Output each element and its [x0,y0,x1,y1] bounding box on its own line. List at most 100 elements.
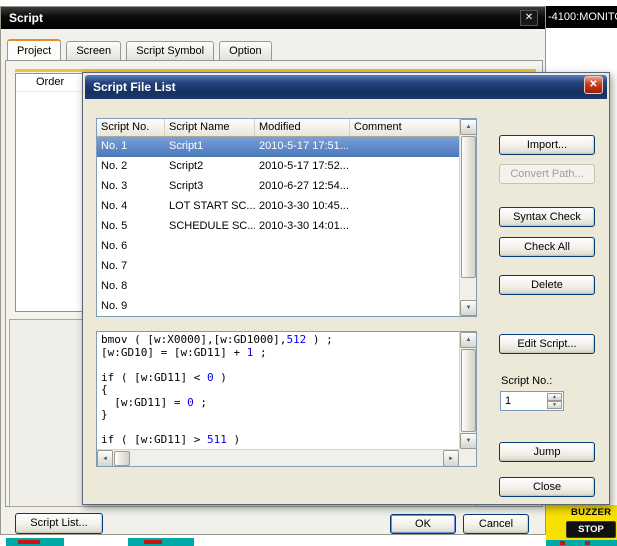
script-window-titlebar[interactable]: Script [1,7,545,29]
table-cell: No. 1 [97,137,165,157]
table-row[interactable]: No. 8 [97,277,461,297]
script-no-label: Script No.: [501,375,552,387]
code-h-scrollbar[interactable]: ◄ ► [97,449,459,466]
scrollbar-up-button[interactable]: ▲ [460,119,477,135]
dialog-close-button[interactable]: ✕ [584,76,603,94]
scrollbar-right-button[interactable]: ► [443,450,459,467]
table-cell: 2010-3-30 14:01... [255,217,350,237]
table-row[interactable]: No. 2Script22010-5-17 17:52... [97,157,461,177]
delete-button[interactable]: Delete [499,275,595,295]
table-row[interactable]: No. 5SCHEDULE SC...2010-3-30 14:01... [97,217,461,237]
arrow-left-icon: ◄ [102,456,108,462]
window-close-button[interactable]: ✕ [520,10,538,26]
code-line: bmov ( [w:X0000],[w:GD1000],512 ) ; [101,334,455,347]
convert-path-button[interactable]: Convert Path... [499,164,595,184]
arrow-up-icon: ▲ [466,124,472,130]
table-row[interactable]: No. 9 [97,297,461,317]
table-row[interactable]: No. 1Script12010-5-17 17:51... [97,137,461,157]
table-cell: SCHEDULE SC... [165,217,255,237]
table-cell [255,257,350,277]
table-scrollbar[interactable]: ▲ ▼ [459,119,476,316]
code-line [101,359,455,372]
table-cell [350,137,461,157]
cancel-button[interactable]: Cancel [463,514,529,534]
table-cell [350,217,461,237]
scrollbar-thumb[interactable] [461,136,476,278]
jump-button[interactable]: Jump [499,442,595,462]
behind-window-title-text: -4100:MONITO [548,11,617,23]
table-row[interactable]: No. 3Script32010-6-27 12:54... [97,177,461,197]
edit-script-button[interactable]: Edit Script... [499,334,595,354]
table-cell [350,197,461,217]
table-cell: No. 2 [97,157,165,177]
tab-strip: Project Screen Script Symbol Option [7,39,274,61]
script-list-button[interactable]: Script List... [15,513,103,534]
table-cell: 2010-6-27 12:54... [255,177,350,197]
script-code-preview[interactable]: bmov ( [w:X0000],[w:GD1000],512 ) ;[w:GD… [96,331,477,467]
syntax-check-button[interactable]: Syntax Check [499,207,595,227]
close-icon: ✕ [589,79,597,90]
spinner-up-button[interactable]: ▲ [547,393,562,401]
script-no-spinner: ▲ ▼ [547,393,562,409]
table-cell [255,297,350,317]
tab-project[interactable]: Project [7,39,61,61]
scrollbar-up-button[interactable]: ▲ [460,332,477,348]
code-line: if ( [w:GD11] < 0 ) [101,372,455,385]
buzzer-label: BUZZER [571,507,611,518]
screen: -4100:MONITO BUZZER STOP Script ✕ Projec… [0,0,617,546]
table-cell [350,237,461,257]
column-header-2[interactable]: Modified [255,119,350,137]
table-body: No. 1Script12010-5-17 17:51...No. 2Scrip… [97,137,461,317]
code-line: } [101,409,455,422]
arrow-down-icon: ▼ [466,438,472,444]
code-line: { [101,384,455,397]
column-header-1[interactable]: Script Name [165,119,255,137]
table-cell: No. 6 [97,237,165,257]
scrollbar-down-button[interactable]: ▼ [460,300,477,316]
close-button[interactable]: Close [499,477,595,497]
check-all-button[interactable]: Check All [499,237,595,257]
script-window-title: Script [9,11,43,25]
table-cell [350,277,461,297]
code-v-scrollbar[interactable]: ▲ ▼ [459,332,476,449]
scrollbar-down-button[interactable]: ▼ [460,433,477,449]
spinner-down-button[interactable]: ▼ [547,401,562,409]
tab-option[interactable]: Option [219,41,271,61]
table-cell: No. 8 [97,277,165,297]
table-cell [350,177,461,197]
table-cell: No. 3 [97,177,165,197]
scrollbar-left-button[interactable]: ◄ [97,450,113,467]
scrollbar-corner [459,449,476,466]
dialog-titlebar[interactable]: Script File List [85,75,607,99]
code-text: bmov ( [w:X0000],[w:GD1000],512 ) ;[w:GD… [97,332,459,449]
table-row[interactable]: No. 6 [97,237,461,257]
arrow-down-icon: ▼ [466,305,472,311]
table-cell [165,237,255,257]
table-cell: 2010-5-17 17:51... [255,137,350,157]
stop-button[interactable]: STOP [566,521,616,538]
table-cell: No. 4 [97,197,165,217]
table-cell: 2010-5-17 17:52... [255,157,350,177]
column-header-3[interactable]: Comment [350,119,461,137]
import-button[interactable]: Import... [499,135,595,155]
tab-script-symbol[interactable]: Script Symbol [126,41,214,61]
tab-screen[interactable]: Screen [66,41,121,61]
simulator-fragment-mark [18,540,40,544]
table-cell [255,277,350,297]
script-no-value: 1 [505,392,511,410]
table-cell: No. 7 [97,257,165,277]
close-icon: ✕ [525,12,533,23]
table-row[interactable]: No. 7 [97,257,461,277]
table-row[interactable]: No. 4LOT START SC...2010-3-30 10:45... [97,197,461,217]
table-cell: No. 9 [97,297,165,317]
table-cell [165,297,255,317]
table-cell [350,297,461,317]
scrollbar-thumb[interactable] [114,451,130,466]
scrollbar-thumb[interactable] [461,349,476,432]
ok-button[interactable]: OK [390,514,456,534]
script-no-input[interactable]: 1 ▲ ▼ [500,391,564,411]
table-cell [350,257,461,277]
column-header-0[interactable]: Script No. [97,119,165,137]
behind-window-titlebar: -4100:MONITO [546,6,617,28]
simulator-strip [546,540,617,546]
